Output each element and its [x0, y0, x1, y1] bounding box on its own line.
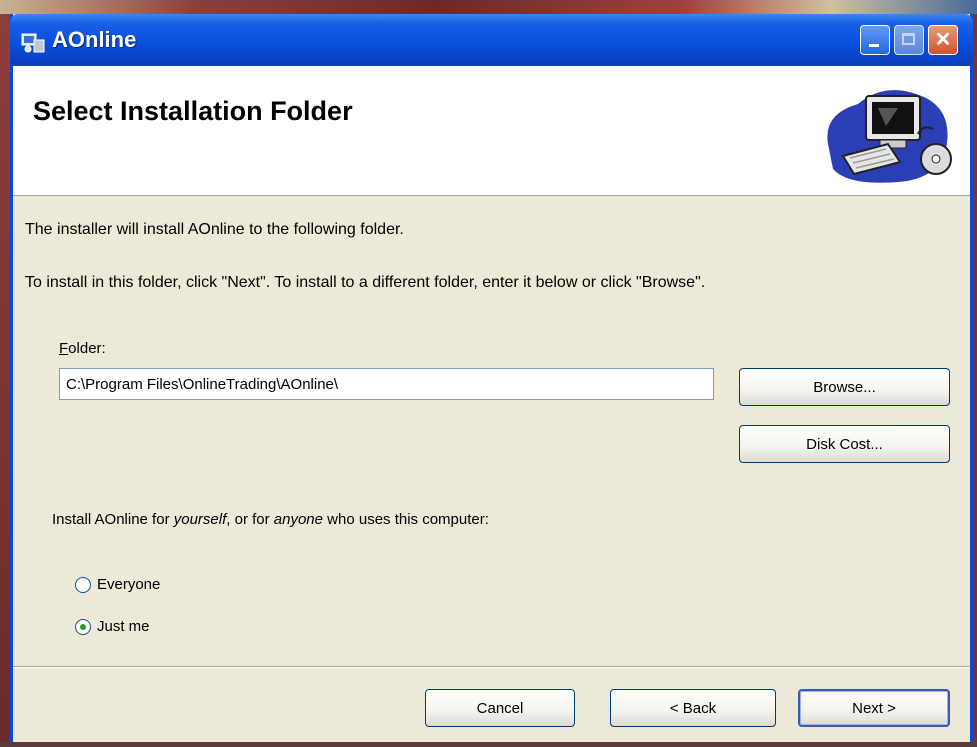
cancel-button[interactable]: Cancel — [425, 689, 575, 727]
install-for-text-1: Install AOnline for — [52, 511, 174, 528]
folder-label-accesskey: F — [59, 340, 69, 357]
disk-cost-button[interactable]: Disk Cost... — [739, 425, 950, 463]
desktop-background — [0, 0, 977, 14]
install-for-label: Install AOnline for yourself, or for any… — [52, 511, 489, 528]
folder-label-text: older: — [68, 340, 106, 357]
desktop-edge-bottom — [0, 742, 977, 747]
install-for-emphasis-2: anyone — [273, 511, 323, 528]
minimize-button[interactable] — [860, 25, 890, 55]
install-for-text-2: , or for — [226, 511, 274, 528]
install-for-emphasis-1: yourself — [173, 511, 227, 528]
footer-divider — [13, 666, 970, 668]
header-banner: Select Installation Folder — [13, 66, 970, 196]
title-bar[interactable]: AOnline ✕ — [10, 14, 973, 66]
computer-setup-icon — [827, 90, 952, 183]
radio-everyone[interactable]: Everyone — [75, 576, 160, 593]
instruction-line-1: The installer will install AOnline to th… — [25, 221, 404, 238]
radio-just-me-label: Just me — [97, 618, 150, 635]
next-button[interactable]: Next > — [798, 689, 950, 727]
installer-app-icon — [21, 33, 45, 53]
desktop-edge-left — [0, 14, 10, 747]
radio-button-just-me[interactable] — [75, 618, 91, 635]
close-button[interactable]: ✕ — [928, 25, 958, 55]
close-icon: ✕ — [934, 29, 952, 51]
page-title: Select Installation Folder — [33, 96, 353, 126]
instruction-line-2: To install in this folder, click "Next".… — [25, 274, 706, 291]
folder-label: Folder: — [59, 340, 106, 357]
radio-everyone-label: Everyone — [97, 576, 161, 593]
installer-window: AOnline ✕ Select Installation Folder The… — [10, 14, 973, 747]
radio-just-me[interactable]: Just me — [75, 618, 150, 635]
folder-path-input[interactable] — [59, 368, 714, 400]
window-title: AOnline — [52, 27, 137, 52]
desktop-edge-right — [973, 14, 977, 747]
browse-button[interactable]: Browse... — [739, 368, 950, 406]
radio-button-everyone[interactable] — [75, 576, 91, 593]
maximize-button[interactable] — [894, 25, 924, 55]
install-for-text-3: who uses this computer: — [323, 511, 489, 528]
back-button[interactable]: < Back — [610, 689, 776, 727]
